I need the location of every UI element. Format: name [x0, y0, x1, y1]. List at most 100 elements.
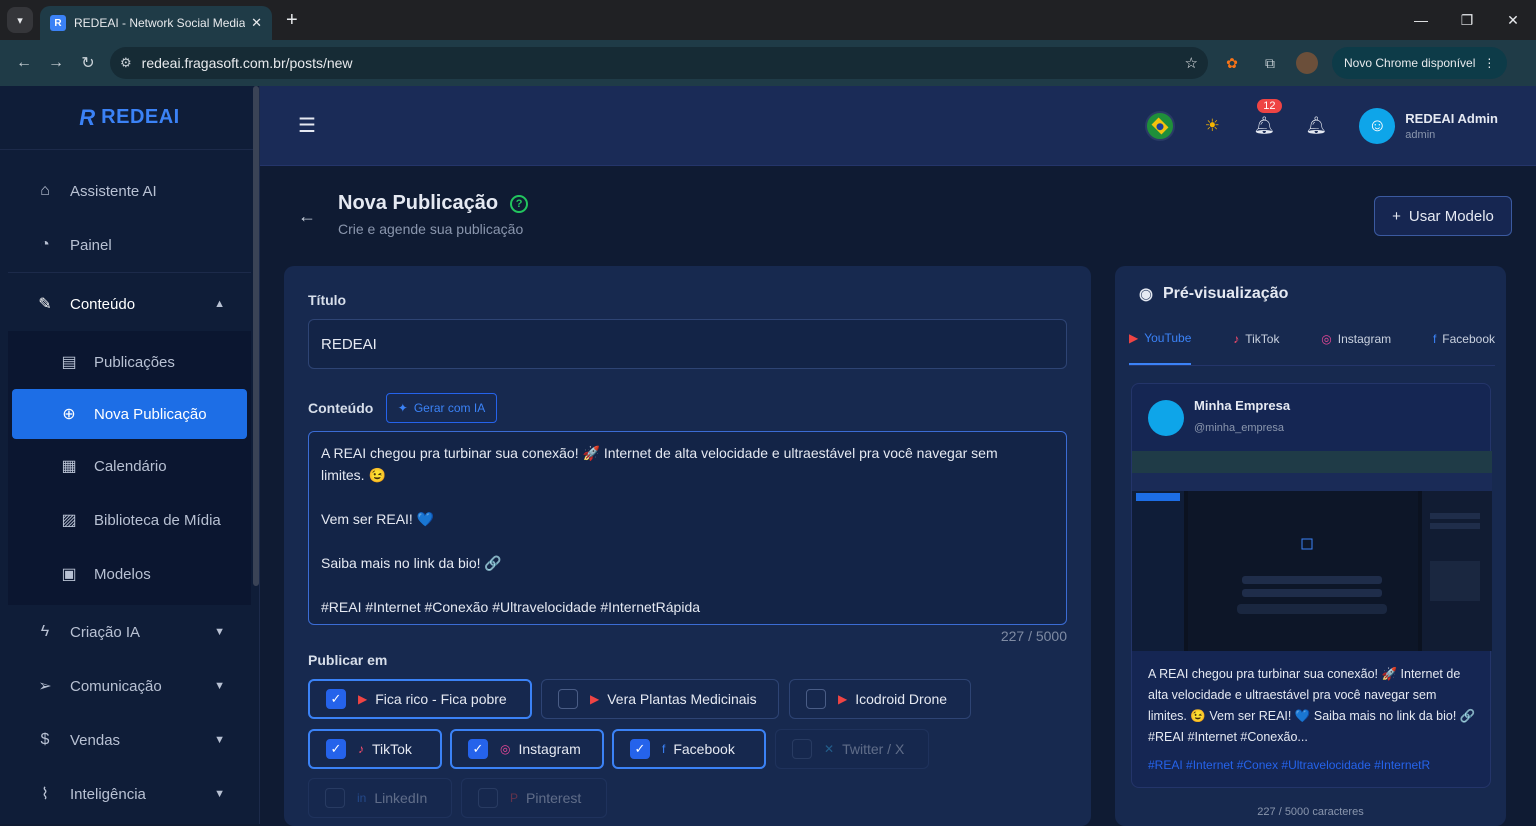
- channel-option[interactable]: P Pinterest: [461, 778, 607, 818]
- sidebar-item-label: Conteúdo: [70, 295, 136, 313]
- checkbox-icon[interactable]: [558, 689, 578, 709]
- sidebar-item-label: Assistente AI: [70, 182, 157, 200]
- url-text[interactable]: redeai.fragasoft.com.br/posts/new: [142, 55, 1185, 71]
- sidebar-item-label: Calendário: [94, 457, 167, 475]
- new-tab-icon[interactable]: +: [286, 9, 298, 32]
- channel-option[interactable]: ✓ ◎ Instagram: [450, 729, 604, 769]
- close-tab-icon[interactable]: ✕: [251, 15, 262, 31]
- logo-text: REDEAI: [101, 106, 180, 128]
- app: R REDEAI ⌂ Assistente AI ◔ Painel ✎ Cont…: [0, 86, 1536, 826]
- divider: [8, 272, 251, 273]
- extension-icon[interactable]: ✿: [1220, 51, 1244, 75]
- checkbox-icon[interactable]: [792, 739, 812, 759]
- forward-icon[interactable]: →: [40, 47, 72, 79]
- bell-icon[interactable]: 🔔︎: [1301, 111, 1331, 141]
- checkbox-checked-icon[interactable]: ✓: [468, 739, 488, 759]
- sidebar-item-label: Biblioteca de Mídia: [94, 511, 221, 529]
- channel-option[interactable]: ✓ ♪ TikTok: [308, 729, 442, 769]
- page-subtitle: Crie e agende sua publicação: [338, 221, 524, 237]
- channel-label: Icodroid Drone: [855, 691, 948, 707]
- notifications-icon[interactable]: 🔔︎ 12: [1249, 98, 1282, 141]
- user-menu[interactable]: ☺ REDEAI Admin admin: [1359, 107, 1498, 144]
- channel-option[interactable]: ✕ Twitter / X: [775, 729, 929, 769]
- channel-option[interactable]: in LinkedIn: [308, 778, 452, 818]
- puzzle-icon[interactable]: ⧉: [1258, 51, 1282, 75]
- profile-avatar[interactable]: [1296, 52, 1318, 74]
- tab-youtube[interactable]: ▶ YouTube: [1129, 324, 1192, 365]
- logo[interactable]: R REDEAI: [0, 86, 259, 150]
- sidebar-item-modelos[interactable]: ▣ Modelos: [8, 547, 251, 601]
- sidebar-item-nova-publicacao[interactable]: ⊕ Nova Publicação: [12, 389, 247, 439]
- sidebar-item-criacao-ia[interactable]: ϟ Criação IA ▼: [0, 605, 259, 659]
- title-input[interactable]: REDEAI: [308, 319, 1067, 369]
- sidebar-item-vendas[interactable]: $ Vendas ▼: [0, 713, 259, 767]
- user-name: REDEAI Admin: [1405, 110, 1498, 126]
- checkbox-checked-icon[interactable]: ✓: [630, 739, 650, 759]
- sidebar-item-label: Inteligência: [70, 785, 146, 803]
- checkbox-icon[interactable]: [806, 689, 826, 709]
- sidebar-item-calendario[interactable]: ▦ Calendário: [8, 439, 251, 493]
- maximize-icon[interactable]: ❐: [1444, 0, 1490, 40]
- chevron-down-icon: ▼: [214, 788, 225, 800]
- theme-sun-icon[interactable]: ☀: [1197, 111, 1227, 141]
- bolt-icon: ϟ: [40, 623, 50, 640]
- checkbox-icon[interactable]: [325, 788, 345, 808]
- content-line: A REAI chegou pra turbinar sua conexão! …: [321, 445, 998, 461]
- youtube-icon: ▶: [358, 692, 368, 706]
- content-textarea[interactable]: A REAI chegou pra turbinar sua conexão! …: [308, 431, 1067, 625]
- language-flag-icon[interactable]: [1145, 110, 1176, 141]
- address-bar[interactable]: ⚙ redeai.fragasoft.com.br/posts/new ☆: [110, 47, 1208, 79]
- sidebar-item-biblioteca[interactable]: ▨ Biblioteca de Mídia: [8, 493, 251, 547]
- logo-mark: R: [79, 104, 96, 130]
- back-icon[interactable]: ←: [8, 47, 40, 79]
- back-arrow-icon[interactable]: ←: [298, 206, 316, 227]
- close-window-icon[interactable]: ✕: [1490, 0, 1536, 40]
- sidebar-item-comunicacao[interactable]: ➢ Comunicação ▼: [0, 659, 259, 713]
- sidebar-item-publicacoes[interactable]: ▤ Publicações: [8, 335, 251, 389]
- browser-tab[interactable]: R REDEAI - Network Social Media ✕: [40, 6, 272, 40]
- sidebar-item-inteligencia[interactable]: ⌇ Inteligência ▼: [0, 767, 259, 821]
- home-icon: ⌂: [40, 182, 50, 199]
- user-role: admin: [1405, 128, 1436, 141]
- bookmark-star-icon[interactable]: ☆: [1185, 54, 1198, 72]
- checkbox-checked-icon[interactable]: ✓: [326, 689, 346, 709]
- generate-ai-button[interactable]: ✦ Gerar com IA: [386, 393, 497, 423]
- chart-icon: ⌇: [41, 786, 49, 803]
- channel-option[interactable]: ✓ f Facebook: [612, 729, 766, 769]
- channel-option[interactable]: ✓ ▶ Fica rico - Fica pobre: [308, 679, 532, 719]
- channel-label: TikTok: [372, 741, 412, 757]
- checkbox-icon[interactable]: [478, 788, 498, 808]
- channel-option[interactable]: ▶ Icodroid Drone: [789, 679, 971, 719]
- send-icon: ➢: [38, 678, 52, 695]
- publish-label: Publicar em: [308, 652, 388, 668]
- site-info-icon[interactable]: ⚙: [120, 55, 132, 71]
- tab-facebook[interactable]: f Facebook: [1433, 324, 1495, 365]
- minimize-icon[interactable]: —: [1398, 0, 1444, 40]
- reload-icon[interactable]: ↻: [72, 47, 104, 79]
- sparkle-icon: ✦: [397, 401, 408, 415]
- notification-badge: 12: [1257, 98, 1282, 113]
- sidebar-item-conteudo[interactable]: ✎ Conteúdo ▲: [0, 277, 259, 331]
- sidebar-item-label: Vendas: [70, 731, 121, 749]
- checkbox-checked-icon[interactable]: ✓: [326, 739, 346, 759]
- dollar-icon: $: [40, 731, 50, 748]
- chrome-update-button[interactable]: Novo Chrome disponível ⋮: [1332, 47, 1508, 79]
- page-heading: ← Nova Publicação? Crie e agende sua pub…: [298, 192, 529, 237]
- document-icon: ▤: [61, 354, 77, 371]
- sidebar-scrollbar[interactable]: [253, 86, 259, 586]
- menu-dots-icon[interactable]: ⋮: [1483, 56, 1495, 70]
- tab-tiktok[interactable]: ♪ TikTok: [1233, 324, 1279, 365]
- menu-toggle-icon[interactable]: ☰: [298, 113, 316, 138]
- preview-tabs: ▶ YouTube ♪ TikTok ◎ Instagram f Facebook: [1129, 324, 1495, 366]
- use-template-button[interactable]: + Usar Modelo: [1374, 196, 1512, 236]
- tab-label: Instagram: [1337, 331, 1392, 346]
- sidebar-item-assistente[interactable]: ⌂ Assistente AI: [0, 164, 259, 218]
- tab-search-button[interactable]: ▾: [7, 7, 33, 33]
- channel-option[interactable]: ▶ Vera Plantas Medicinais: [541, 679, 779, 719]
- tab-instagram[interactable]: ◎ Instagram: [1321, 324, 1391, 365]
- content-line: limites. 😉: [321, 467, 386, 483]
- sidebar-item-painel[interactable]: ◔ Painel: [0, 218, 259, 272]
- help-icon[interactable]: ?: [510, 194, 529, 213]
- preview-panel: ◉ Pré-visualização ▶ YouTube ♪ TikTok ◎ Inst…: [1115, 266, 1506, 826]
- tiktok-icon: ♪: [1233, 331, 1240, 346]
